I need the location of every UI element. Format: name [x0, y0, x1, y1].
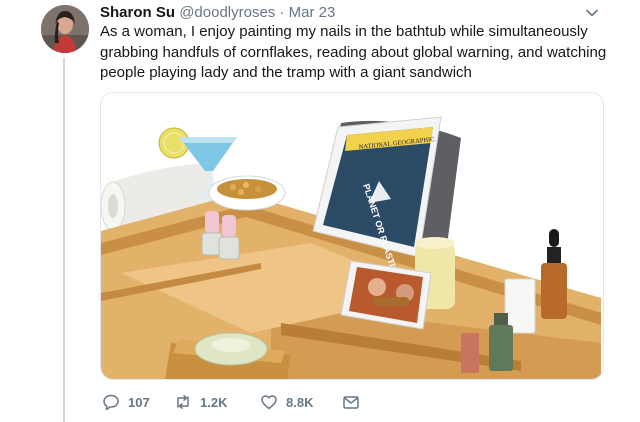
like-button[interactable]: 8.8K	[260, 392, 313, 412]
heart-icon	[261, 395, 277, 410]
tweet-header: Sharon Su @doodlyroses · Mar 23	[100, 3, 335, 23]
like-count: 8.8K	[286, 394, 314, 410]
retweet-icon	[177, 395, 189, 409]
direct-message-button[interactable]	[342, 392, 360, 412]
retweet-button[interactable]: 1.2K	[174, 392, 227, 412]
chevron-down-icon[interactable]	[585, 6, 599, 20]
separator: ·	[279, 4, 285, 21]
cereal-bowl	[208, 175, 286, 211]
timestamp[interactable]: Mar 23	[289, 4, 336, 21]
user-handle[interactable]: @doodlyroses	[179, 4, 275, 21]
tweet-media[interactable]: NATIONAL GEOGRAPHIC PLANET OR PLASTIC?	[100, 92, 604, 380]
display-name[interactable]: Sharon Su	[100, 4, 175, 21]
envelope-icon	[343, 396, 359, 409]
thread-line	[63, 58, 65, 422]
tweet-text: As a woman, I enjoy painting my nails in…	[100, 23, 607, 81]
avatar-image	[41, 5, 89, 53]
reply-icon	[103, 394, 119, 411]
avatar[interactable]	[41, 5, 89, 53]
reply-button[interactable]: 107	[102, 392, 150, 412]
reply-count: 107	[128, 394, 150, 410]
retweet-count: 1.2K	[200, 394, 228, 410]
bathtub-caddy-photo: NATIONAL GEOGRAPHIC PLANET OR PLASTIC?	[101, 93, 603, 379]
